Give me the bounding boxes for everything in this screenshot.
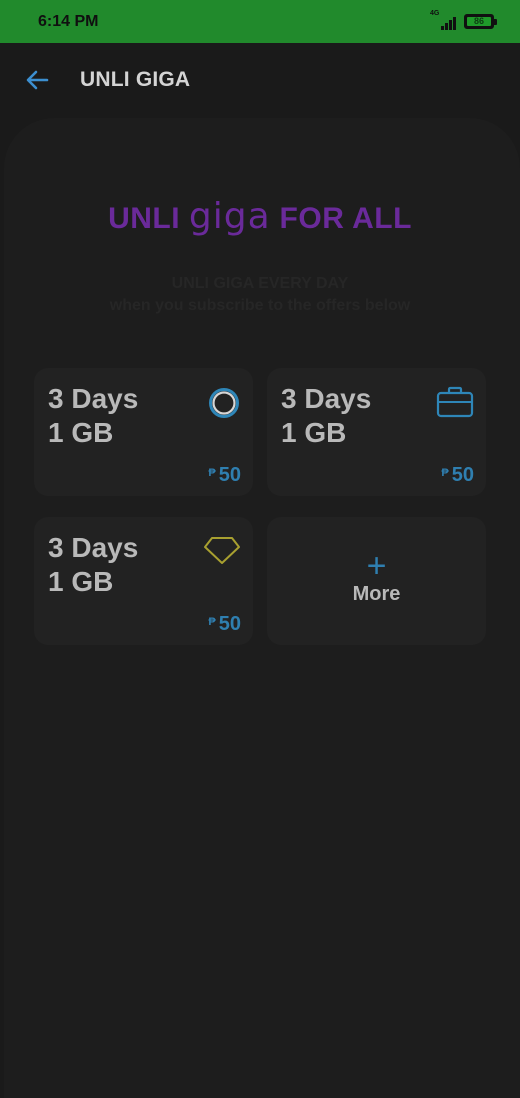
offer-price: ₱ 50 (441, 464, 474, 487)
offer-card[interactable]: 3 Days 1 GB ₱ 50 (34, 368, 253, 496)
brand-part-for-all: FOR ALL (279, 202, 412, 235)
briefcase-icon (436, 386, 474, 423)
subtitle-line-2: when you subscribe to the offers below (109, 297, 411, 314)
signal-icon: 4G (430, 10, 456, 30)
circle-ring-icon (207, 386, 241, 425)
status-icons: 4G 86 (430, 10, 497, 30)
status-bar: 6:14 PM 4G 86 (0, 0, 520, 43)
offer-data: 1 GB (48, 566, 114, 597)
currency-symbol: ₱ (208, 616, 216, 628)
more-label: More (352, 583, 401, 605)
more-offers-button[interactable]: + More (267, 517, 486, 645)
back-button[interactable] (20, 65, 54, 95)
offer-price: ₱ 50 (208, 613, 241, 636)
offer-card[interactable]: 3 Days 1 GB ₱ 50 (267, 368, 486, 496)
subtitle-line-1: UNLI GIGA EVERY DAY (171, 275, 349, 292)
battery-icon: 86 (464, 13, 497, 29)
offer-data: 1 GB (48, 417, 114, 448)
offer-card[interactable]: 3 Days 1 GB ₱ 50 (34, 517, 253, 645)
plus-icon: + (366, 547, 387, 585)
offer-price: ₱ 50 (208, 464, 241, 487)
currency-symbol: ₱ (208, 467, 216, 479)
currency-symbol: ₱ (441, 467, 449, 479)
offer-data: 1 GB (281, 417, 347, 448)
brand-heading: UNLI giga FOR ALL (0, 196, 520, 237)
status-time: 6:14 PM (38, 13, 99, 30)
page-title: UNLI GIGA (80, 68, 191, 91)
brand-part-giga: giga (188, 196, 271, 237)
app-bar: UNLI GIGA (0, 43, 520, 118)
battery-level: 86 (473, 16, 484, 26)
network-type: 4G (430, 10, 440, 17)
offer-days: 3 Days (48, 383, 139, 414)
arrow-left-icon (26, 70, 49, 90)
brand-part-unli: UNLI (108, 202, 181, 235)
price-amount: 50 (451, 464, 474, 486)
price-amount: 50 (218, 613, 241, 635)
offer-days: 3 Days (48, 532, 139, 563)
offer-days: 3 Days (281, 383, 372, 414)
diamond-icon (203, 535, 241, 570)
price-amount: 50 (218, 464, 241, 486)
